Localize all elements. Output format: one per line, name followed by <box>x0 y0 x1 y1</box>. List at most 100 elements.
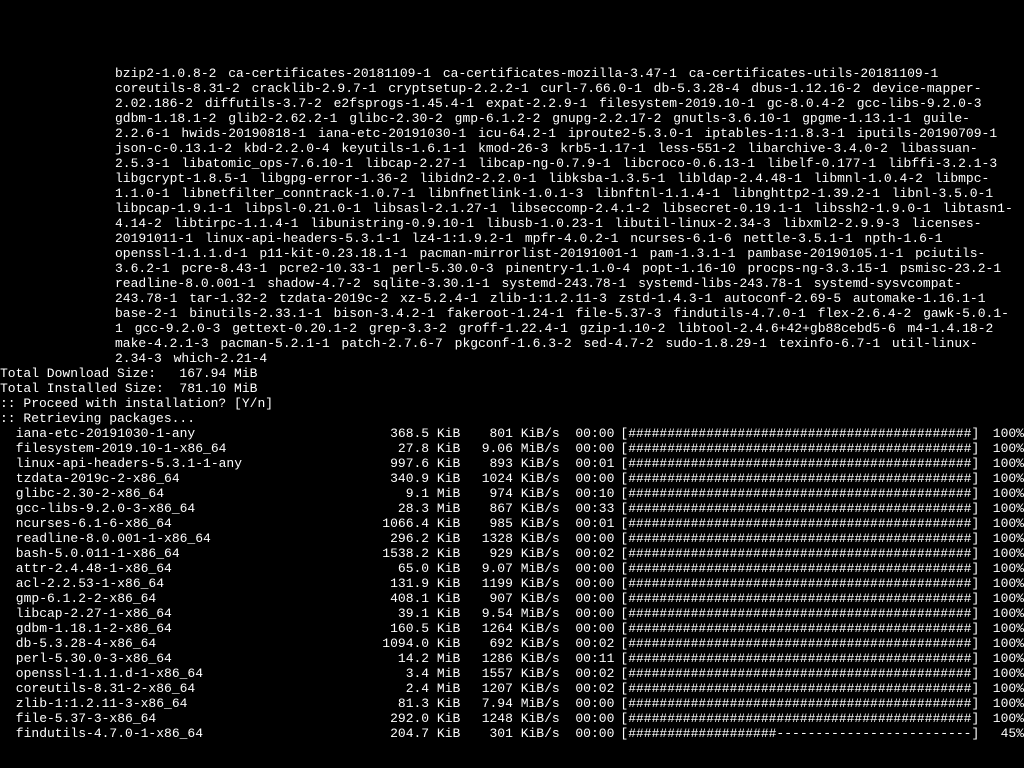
percent: 100% <box>979 666 1024 681</box>
percent: 100% <box>979 501 1024 516</box>
download-row: filesystem-2019.10-1-x86_6427.8 KiB9.06 … <box>0 441 1024 456</box>
rate: 907 KiB/s <box>460 591 559 606</box>
size: 2.4 MiB <box>376 681 461 696</box>
percent: 100% <box>979 681 1024 696</box>
package-name: linux-api-headers-5.3.1-1-any <box>8 456 376 471</box>
download-row: iana-etc-20191030-1-any368.5 KiB801 KiB/… <box>0 426 1024 441</box>
progress-bar: [#######################################… <box>620 696 979 711</box>
time: 00:00 <box>560 561 615 576</box>
progress-bar: [#######################################… <box>620 606 979 621</box>
time: 00:00 <box>560 426 615 441</box>
progress-bar: [#######################################… <box>620 666 979 681</box>
size: 204.7 KiB <box>376 726 461 741</box>
download-row: attr-2.4.48-1-x86_6465.0 KiB9.07 MiB/s00… <box>0 561 1024 576</box>
download-row: tzdata-2019c-2-x86_64340.9 KiB1024 KiB/s… <box>0 471 1024 486</box>
package-name: iana-etc-20191030-1-any <box>8 426 376 441</box>
size: 408.1 KiB <box>376 591 461 606</box>
package-name: openssl-1.1.1.d-1-x86_64 <box>8 666 376 681</box>
percent: 100% <box>979 636 1024 651</box>
download-row: libcap-2.27-1-x86_6439.1 KiB9.54 MiB/s00… <box>0 606 1024 621</box>
progress-bar: [#######################################… <box>620 711 979 726</box>
download-row: coreutils-8.31-2-x86_642.4 MiB1207 KiB/s… <box>0 681 1024 696</box>
time: 00:00 <box>560 621 615 636</box>
package-name: ncurses-6.1-6-x86_64 <box>8 516 376 531</box>
progress-bar: [#######################################… <box>620 426 979 441</box>
size: 340.9 KiB <box>376 471 461 486</box>
time: 00:11 <box>560 651 615 666</box>
download-row: ncurses-6.1-6-x86_641066.4 KiB985 KiB/s0… <box>0 516 1024 531</box>
package-name: coreutils-8.31-2-x86_64 <box>8 681 376 696</box>
download-row: file-5.37-3-x86_64292.0 KiB1248 KiB/s00:… <box>0 711 1024 726</box>
time: 00:00 <box>560 591 615 606</box>
percent: 100% <box>979 621 1024 636</box>
download-row: glibc-2.30-2-x86_649.1 MiB974 KiB/s00:10… <box>0 486 1024 501</box>
rate: 9.06 MiB/s <box>460 441 559 456</box>
rate: 801 KiB/s <box>460 426 559 441</box>
percent: 100% <box>979 591 1024 606</box>
percent: 100% <box>979 426 1024 441</box>
percent: 100% <box>979 441 1024 456</box>
rate: 1024 KiB/s <box>460 471 559 486</box>
package-name: readline-8.0.001-1-x86_64 <box>8 531 376 546</box>
progress-bar: [#######################################… <box>620 486 979 501</box>
rate: 1248 KiB/s <box>460 711 559 726</box>
size: 28.3 MiB <box>376 501 461 516</box>
size: 296.2 KiB <box>376 531 461 546</box>
rate: 1264 KiB/s <box>460 621 559 636</box>
download-row: bash-5.0.011-1-x86_641538.2 KiB929 KiB/s… <box>0 546 1024 561</box>
download-row: gdbm-1.18.1-2-x86_64160.5 KiB1264 KiB/s0… <box>0 621 1024 636</box>
size: 1094.0 KiB <box>376 636 461 651</box>
percent: 100% <box>979 696 1024 711</box>
package-name: acl-2.2.53-1-x86_64 <box>8 576 376 591</box>
progress-bar: [#######################################… <box>620 516 979 531</box>
size: 1066.4 KiB <box>376 516 461 531</box>
percent: 100% <box>979 486 1024 501</box>
size: 9.1 MiB <box>376 486 461 501</box>
total-installed: Total Installed Size: 781.10 MiB <box>0 381 1024 396</box>
progress-bar: [#######################################… <box>620 531 979 546</box>
rate: 929 KiB/s <box>460 546 559 561</box>
progress-bar: [###################--------------------… <box>620 726 979 741</box>
rate: 985 KiB/s <box>460 516 559 531</box>
download-row: findutils-4.7.0-1-x86_64204.7 KiB301 KiB… <box>0 726 1024 741</box>
time: 00:33 <box>560 501 615 516</box>
package-name: file-5.37-3-x86_64 <box>8 711 376 726</box>
time: 00:02 <box>560 636 615 651</box>
time: 00:01 <box>560 456 615 471</box>
size: 131.9 KiB <box>376 576 461 591</box>
download-row: gmp-6.1.2-2-x86_64408.1 KiB907 KiB/s00:0… <box>0 591 1024 606</box>
rate: 7.94 MiB/s <box>460 696 559 711</box>
time: 00:02 <box>560 546 615 561</box>
download-row: zlib-1:1.2.11-3-x86_6481.3 KiB7.94 MiB/s… <box>0 696 1024 711</box>
rate: 9.54 MiB/s <box>460 606 559 621</box>
time: 00:00 <box>560 441 615 456</box>
download-row: perl-5.30.0-3-x86_6414.2 MiB1286 KiB/s00… <box>0 651 1024 666</box>
time: 00:00 <box>560 606 615 621</box>
size: 65.0 KiB <box>376 561 461 576</box>
download-row: gcc-libs-9.2.0-3-x86_6428.3 MiB867 KiB/s… <box>0 501 1024 516</box>
size: 14.2 MiB <box>376 651 461 666</box>
retrieving-header: :: Retrieving packages... <box>0 411 1024 426</box>
package-list: bzip2-1.0.8-2 ca-certificates-20181109-1… <box>0 60 1024 366</box>
package-name: gmp-6.1.2-2-x86_64 <box>8 591 376 606</box>
package-name: filesystem-2019.10-1-x86_64 <box>8 441 376 456</box>
time: 00:00 <box>560 726 615 741</box>
time: 00:00 <box>560 576 615 591</box>
percent: 100% <box>979 531 1024 546</box>
percent: 100% <box>979 471 1024 486</box>
progress-bar: [#######################################… <box>620 561 979 576</box>
proceed-prompt[interactable]: :: Proceed with installation? [Y/n] <box>0 396 1024 411</box>
time: 00:02 <box>560 666 615 681</box>
package-name: glibc-2.30-2-x86_64 <box>8 486 376 501</box>
download-row: openssl-1.1.1.d-1-x86_643.4 MiB1557 KiB/… <box>0 666 1024 681</box>
size: 3.4 MiB <box>376 666 461 681</box>
package-name: libcap-2.27-1-x86_64 <box>8 606 376 621</box>
percent: 100% <box>979 516 1024 531</box>
rate: 9.07 MiB/s <box>460 561 559 576</box>
size: 160.5 KiB <box>376 621 461 636</box>
size: 292.0 KiB <box>376 711 461 726</box>
size: 368.5 KiB <box>376 426 461 441</box>
percent: 100% <box>979 546 1024 561</box>
progress-bar: [#######################################… <box>620 441 979 456</box>
time: 00:10 <box>560 486 615 501</box>
